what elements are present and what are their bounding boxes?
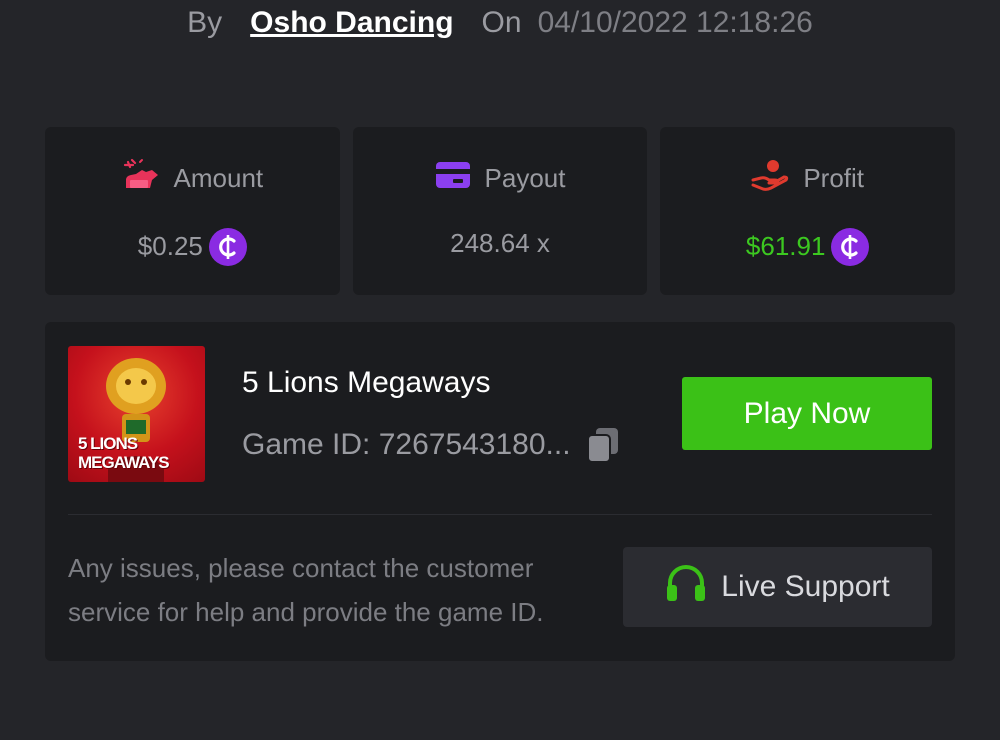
username-link[interactable]: Osho Dancing xyxy=(250,6,453,40)
bet-stats: Amount $0.25 Payout 248.64 x Profit $61.… xyxy=(45,127,956,295)
payout-label: Payout xyxy=(484,162,566,193)
copy-icon[interactable] xyxy=(585,426,621,464)
amount-label: Amount xyxy=(173,162,264,193)
profit-value: $61.91 xyxy=(745,231,826,261)
game-thumbnail[interactable]: 5 LIONS MEGAWAYS xyxy=(68,346,205,482)
live-support-label: Live Support xyxy=(721,570,890,603)
amount-stat: Amount $0.25 xyxy=(45,127,340,295)
game-title: 5 Lions Megaways xyxy=(242,366,491,399)
live-support-button[interactable]: Live Support xyxy=(623,547,932,627)
thumbnail-logo-line1: 5 LIONS xyxy=(78,434,138,453)
amount-value: $0.25 xyxy=(137,231,203,261)
game-id: Game ID: 7267543180... xyxy=(242,428,571,461)
card-icon xyxy=(435,161,471,196)
bet-chips-icon xyxy=(122,158,160,199)
payout-stat: Payout 248.64 x xyxy=(352,127,648,295)
by-label: By xyxy=(187,6,223,39)
profit-label: Profit xyxy=(803,162,865,193)
play-now-button[interactable]: Play Now xyxy=(682,377,932,450)
support-help-text: Any issues, please contact the customer … xyxy=(68,553,544,627)
game-id-row: Game ID: 7267543180... xyxy=(242,426,621,464)
bet-byline: By Osho Dancing On 04/10/2022 12:18:26 xyxy=(0,0,1000,46)
payout-value: 248.64 x xyxy=(450,228,550,258)
on-label: On xyxy=(481,6,522,39)
game-card: 5 LIONS MEGAWAYS 5 Lions Megaways Game I… xyxy=(45,322,955,661)
bet-datetime: 04/10/2022 12:18:26 xyxy=(537,6,813,39)
coin-icon xyxy=(208,227,247,266)
headset-icon xyxy=(665,563,707,611)
hand-coin-icon xyxy=(751,158,789,199)
coin-icon xyxy=(831,227,870,266)
thumbnail-logo-line2: MEGAWAYS xyxy=(78,453,170,472)
profit-stat: Profit $61.91 xyxy=(660,127,956,295)
divider xyxy=(68,514,932,515)
